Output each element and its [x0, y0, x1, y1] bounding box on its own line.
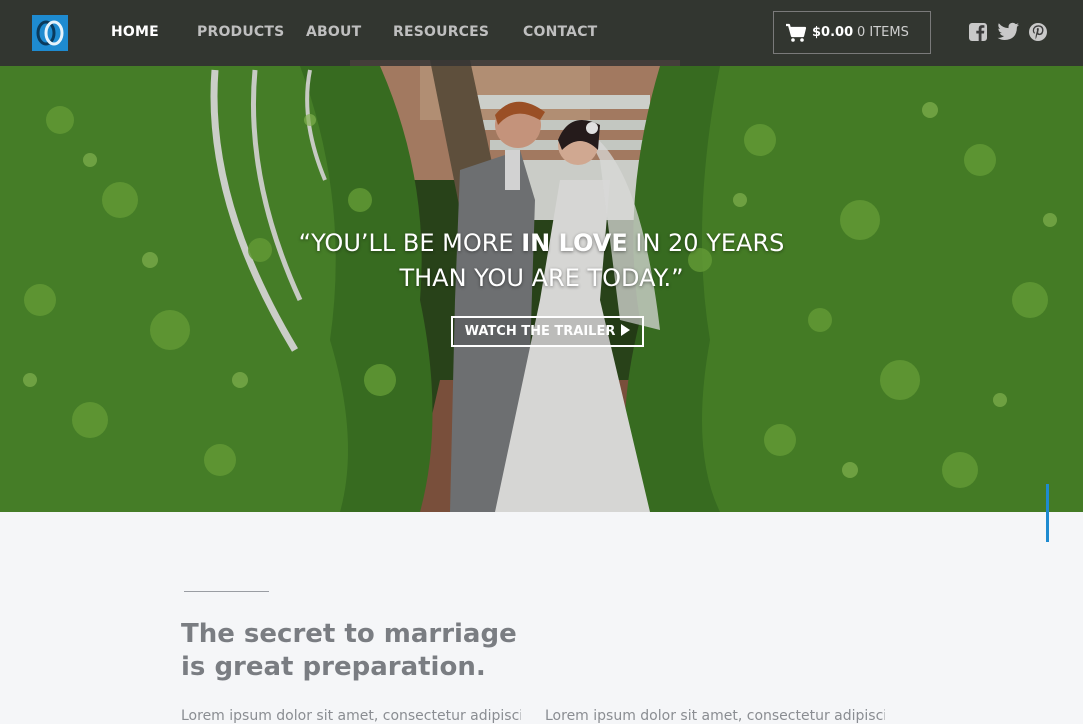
- facebook-icon[interactable]: [968, 22, 988, 42]
- quote-prefix: “YOU’LL BE MORE: [298, 229, 522, 257]
- cart-total: $0.00: [812, 25, 854, 40]
- headline-line-2: is great preparation.: [181, 652, 486, 682]
- top-navigation: HOME PRODUCTS ABOUT RESOURCES CONTACT $0…: [0, 0, 1083, 66]
- play-icon: [621, 324, 631, 336]
- headline-line-1: The secret to marriage: [181, 619, 517, 649]
- section-headline: The secret to marriage is great preparat…: [181, 618, 601, 684]
- watch-trailer-label: WATCH THE TRAILER: [464, 324, 616, 339]
- hero-quote: “YOU’LL BE MORE IN LOVE IN 20 YEARS THAN…: [0, 226, 1083, 296]
- interlocking-rings-logo-icon: [32, 15, 68, 51]
- quote-emphasis: IN LOVE: [521, 229, 628, 257]
- hero-quote-line-1: “YOU’LL BE MORE IN LOVE IN 20 YEARS: [0, 226, 1083, 261]
- body-text-column-1: Lorem ipsum dolor sit amet, consectetur …: [181, 708, 521, 724]
- cart-button[interactable]: $0.00 0 ITEMS: [773, 11, 931, 54]
- nav-contact[interactable]: CONTACT: [523, 24, 597, 40]
- nav-about[interactable]: ABOUT: [306, 24, 361, 40]
- hero-quote-line-2: THAN YOU ARE TODAY.”: [399, 264, 684, 292]
- pinterest-icon[interactable]: [1028, 22, 1048, 42]
- cart-item-count: 0 ITEMS: [857, 25, 909, 40]
- scroll-indicator[interactable]: [1046, 484, 1049, 542]
- nav-home[interactable]: HOME: [111, 24, 159, 40]
- quote-line1-suffix: IN 20 YEARS: [627, 229, 785, 257]
- twitter-icon[interactable]: [997, 22, 1020, 42]
- watch-trailer-button[interactable]: WATCH THE TRAILER: [451, 316, 644, 347]
- nav-resources[interactable]: RESOURCES: [393, 24, 489, 40]
- logo[interactable]: [32, 15, 68, 51]
- nav-products[interactable]: PRODUCTS: [197, 24, 284, 40]
- body-text-column-2: Lorem ipsum dolor sit amet, consectetur …: [545, 708, 885, 724]
- cart-icon: [786, 23, 807, 42]
- section-divider: [184, 591, 269, 592]
